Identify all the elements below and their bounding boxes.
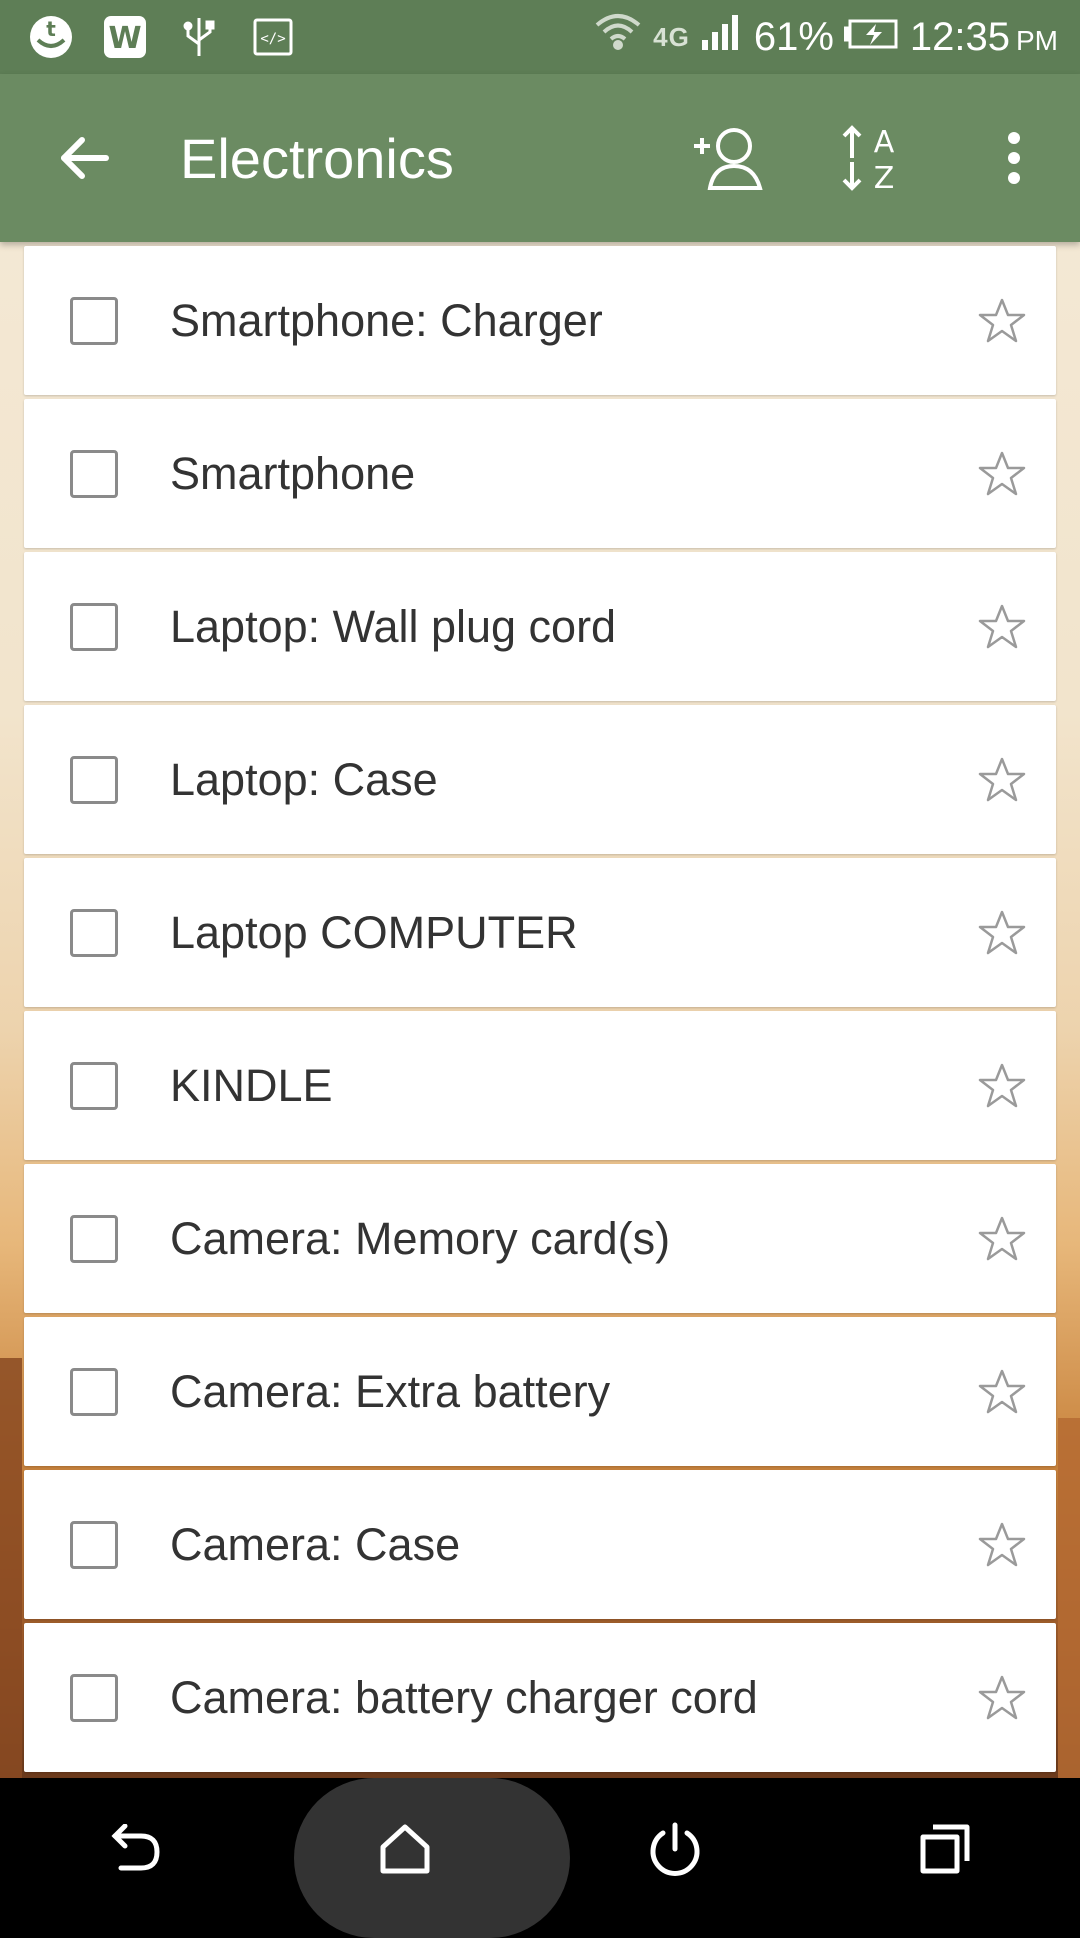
back-button[interactable] [44,118,124,198]
item-checkbox[interactable] [70,755,118,804]
item-label: Laptop: Wall plug cord [170,600,617,652]
battery-percent: 61% [753,14,834,59]
star-icon[interactable] [972,1362,1032,1422]
navigation-bar [0,1778,1080,1938]
usb-icon [176,14,222,60]
item-label: Laptop: Case [170,753,438,805]
item-label: Smartphone: Charger [170,294,603,346]
item-label: KINDLE [170,1059,333,1111]
star-icon[interactable] [972,1668,1032,1728]
power-icon [650,1822,700,1876]
list-item[interactable]: Laptop COMPUTER [24,858,1056,1007]
building-right [1058,1418,1080,1778]
star-icon[interactable] [972,291,1032,351]
list-item[interactable]: Camera: Memory card(s) [24,1164,1056,1313]
home-icon [380,1824,430,1874]
list-item[interactable]: Smartphone: Charger [24,246,1056,395]
star-icon[interactable] [972,1056,1032,1116]
item-checkbox[interactable] [70,1367,118,1416]
svg-text:A: A [874,125,895,160]
item-label: Camera: Extra battery [170,1365,611,1417]
nav-power-button[interactable] [615,1789,735,1909]
add-person-icon [694,128,763,190]
svg-text:Z: Z [874,161,895,194]
item-checkbox[interactable] [70,1673,118,1722]
clock: 12:35 PM [909,14,1058,59]
svg-text:W: W [108,21,141,56]
list-item[interactable]: Laptop: Wall plug cord [24,552,1056,701]
list-item[interactable]: KINDLE [24,1011,1056,1160]
list-item[interactable]: Camera: Extra battery [24,1317,1056,1466]
back-icon [111,1824,160,1871]
item-checkbox[interactable] [70,1520,118,1569]
star-icon[interactable] [972,1515,1032,1575]
page-title: Electronics [180,126,454,190]
signal-icon [700,12,744,62]
more-options-button[interactable] [964,108,1064,208]
w-app-icon: W [102,14,148,60]
svg-text:t: t [46,17,56,41]
app-bar: Electronics AZ [0,74,1080,242]
item-checkbox[interactable] [70,296,118,345]
nav-back-button[interactable] [75,1789,195,1909]
item-label: Camera: Memory card(s) [170,1212,671,1264]
item-list: Smartphone: Charger Smartphone Laptop: W… [24,246,1056,1776]
item-label: Smartphone [170,447,416,499]
list-item[interactable]: Camera: battery charger cord [24,1623,1056,1772]
item-label: Camera: Case [170,1518,461,1570]
item-label: Camera: battery charger cord [170,1671,758,1723]
item-checkbox[interactable] [70,1061,118,1110]
recents-icon [920,1824,970,1874]
list-item[interactable]: Laptop: Case [24,705,1056,854]
sort-az-button[interactable]: AZ [822,108,922,208]
svg-text:</>: </> [260,31,285,47]
item-checkbox[interactable] [70,908,118,957]
item-checkbox[interactable] [70,449,118,498]
building-left [0,1358,22,1778]
wifi-icon [593,9,643,65]
sort-az-icon: AZ [842,125,895,194]
nav-recents-button[interactable] [885,1789,1005,1909]
star-icon[interactable] [972,1209,1032,1269]
nav-home-button[interactable] [345,1789,465,1909]
network-type: 4G [653,21,690,52]
star-icon[interactable] [972,444,1032,504]
list-item[interactable]: Smartphone [24,399,1056,548]
item-label: Laptop COMPUTER [170,906,578,958]
status-bar: t W </> 4G 61% 12:35 PM [0,0,1080,74]
item-checkbox[interactable] [70,602,118,651]
star-icon[interactable] [972,903,1032,963]
item-checkbox[interactable] [70,1214,118,1263]
battery-charging-icon [842,15,900,60]
list-item[interactable]: Camera: Case [24,1470,1056,1619]
code-icon: </> [250,14,296,60]
star-icon[interactable] [972,597,1032,657]
star-icon[interactable] [972,750,1032,810]
arrow-back-icon [61,137,109,179]
more-vert-icon [1008,132,1020,184]
tripit-icon: t [28,14,74,60]
add-person-button[interactable] [680,108,780,208]
